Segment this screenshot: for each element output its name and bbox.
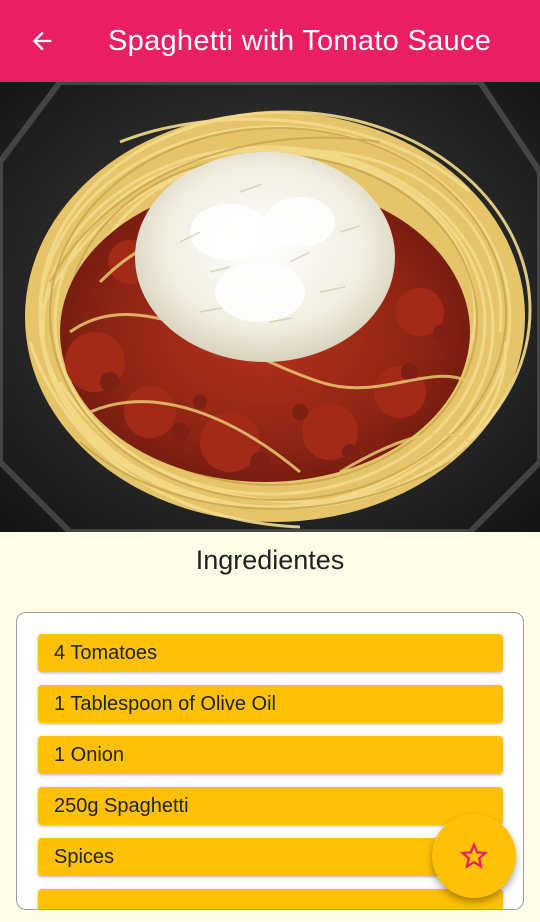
ingredient-item[interactable]: 1 Tablespoon of Olive Oil [38,685,503,723]
star-outline-icon [459,841,489,869]
recipe-image [0,82,540,532]
ingredient-item-partial[interactable] [38,889,503,909]
favorite-button[interactable] [432,814,516,898]
app-bar: Spaghetti with Tomato Sauce [0,0,540,82]
spaghetti-photo [0,82,540,532]
ingredient-item[interactable]: 4 Tomatoes [38,634,503,672]
arrow-back-icon [32,31,52,51]
back-button[interactable] [22,21,62,61]
page-title: Spaghetti with Tomato Sauce [108,25,492,57]
ingredients-heading: Ingredientes [195,545,345,575]
ingredient-item[interactable]: 250g Spaghetti [38,787,503,825]
ingredient-item[interactable]: 1 Onion [38,736,503,774]
